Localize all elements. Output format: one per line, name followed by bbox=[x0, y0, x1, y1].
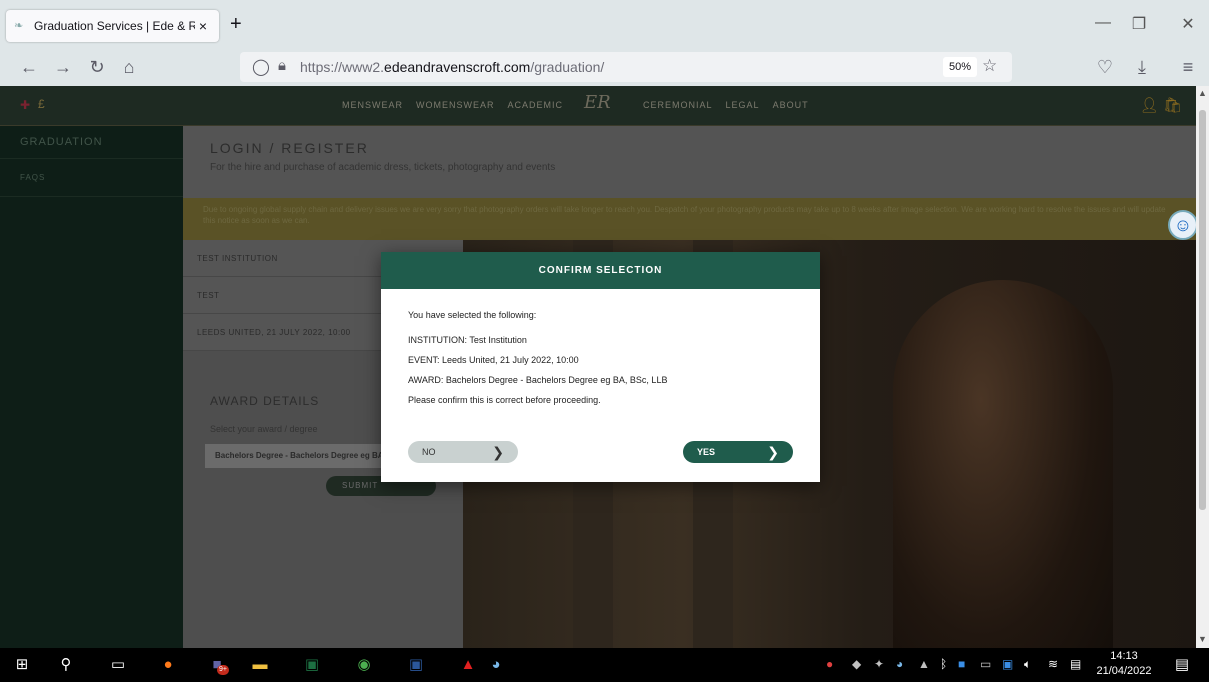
main-nav: MENSWEAR WOMENSWEAR ACADEMIC CEREMONIAL … bbox=[342, 100, 809, 110]
nav-legal[interactable]: LEGAL bbox=[726, 100, 760, 110]
zoom-level[interactable]: 50% bbox=[943, 57, 977, 77]
tray-app-icon[interactable]: ✦ bbox=[874, 657, 884, 671]
page-subtitle: For the hire and purchase of academic dr… bbox=[210, 162, 556, 173]
acrobat-icon[interactable]: ▲ bbox=[456, 653, 480, 677]
no-button-label: NO bbox=[422, 447, 436, 457]
notifications-icon[interactable]: ▤ bbox=[1170, 653, 1194, 677]
currency-selector[interactable]: £ bbox=[38, 97, 45, 111]
sidebar-item-faqs[interactable]: FAQS bbox=[0, 159, 183, 197]
word-icon[interactable]: ▣ bbox=[404, 653, 428, 677]
nav-menswear[interactable]: MENSWEAR bbox=[342, 100, 403, 110]
browser-tab[interactable]: ❧ Graduation Services | Ede & Rav × bbox=[6, 10, 219, 42]
teams-icon[interactable]: ■ 9+ bbox=[205, 653, 229, 677]
chevron-right-icon: ❯ bbox=[492, 443, 504, 460]
nav-womenswear[interactable]: WOMENSWEAR bbox=[416, 100, 495, 110]
tray-app-icon[interactable]: ● bbox=[826, 657, 833, 671]
chevron-right-icon: ❯ bbox=[767, 443, 779, 460]
menu-icon[interactable]: ≡ bbox=[1177, 56, 1199, 78]
nav-about[interactable]: ABOUT bbox=[773, 100, 809, 110]
url-text[interactable]: https://www2.edeandravenscroft.com/gradu… bbox=[300, 59, 604, 75]
tracking-shield-icon[interactable]: ◯ bbox=[252, 57, 270, 77]
modal-confirm-text: Please confirm this is correct before pr… bbox=[408, 395, 601, 405]
yes-button[interactable]: YES ❯ bbox=[683, 441, 793, 463]
task-view-icon[interactable]: ▭ bbox=[106, 653, 130, 677]
scroll-up-icon[interactable]: ▲ bbox=[1196, 88, 1209, 98]
tray-app-icon[interactable]: ■ bbox=[958, 657, 965, 671]
new-tab-icon[interactable]: + bbox=[230, 14, 242, 34]
site-logo[interactable]: ER bbox=[584, 92, 611, 113]
award-title: AWARD DETAILS bbox=[210, 394, 320, 408]
tray-app-icon[interactable]: ▣ bbox=[1002, 657, 1013, 671]
bluetooth-icon[interactable]: ᛒ bbox=[940, 657, 947, 671]
address-bar[interactable]: ◯ 🔒︎ https://www2.edeandravenscroft.com/… bbox=[240, 52, 1012, 82]
account-basket-icons: 👤︎ 🛍︎ bbox=[1140, 96, 1182, 114]
mail-badge: 9+ bbox=[217, 665, 229, 675]
no-button[interactable]: NO ❯ bbox=[408, 441, 518, 463]
lock-icon[interactable]: 🔒︎ bbox=[278, 57, 286, 74]
home-icon[interactable]: ⌂ bbox=[118, 56, 140, 78]
scroll-down-icon[interactable]: ▼ bbox=[1196, 634, 1209, 644]
site-header: ✚ £ MENSWEAR WOMENSWEAR ACADEMIC CEREMON… bbox=[0, 86, 1196, 126]
tray-app-icon[interactable]: ◆ bbox=[852, 657, 861, 671]
nav-ceremonial[interactable]: CEREMONIAL bbox=[643, 100, 713, 110]
close-window-icon[interactable]: ✕ bbox=[1178, 14, 1198, 34]
basket-icon[interactable]: 🛍︎ bbox=[1163, 97, 1182, 114]
keyboard-icon[interactable]: ▤ bbox=[1070, 657, 1081, 671]
pocket-icon[interactable]: ♡ bbox=[1094, 56, 1116, 78]
chat-widget-icon[interactable]: ☺ bbox=[1168, 210, 1196, 240]
system-clock[interactable]: 14:13 21/04/2022 bbox=[1094, 649, 1154, 679]
file-explorer-icon[interactable]: ▬ bbox=[248, 653, 272, 677]
account-icon[interactable]: 👤︎ bbox=[1140, 97, 1159, 114]
wifi-icon[interactable]: ≋ bbox=[1048, 657, 1058, 671]
browser-navbar: ← → ↻ ⌂ ◯ 🔒︎ https://www2.edeandravenscr… bbox=[0, 48, 1209, 86]
forward-icon[interactable]: → bbox=[52, 56, 74, 78]
reload-icon[interactable]: ↻ bbox=[86, 56, 108, 78]
close-tab-icon[interactable]: × bbox=[195, 18, 211, 34]
download-icon[interactable]: ⤓ bbox=[1131, 56, 1153, 78]
modal-title: CONFIRM SELECTION bbox=[381, 252, 820, 289]
uk-flag-icon[interactable]: ✚ bbox=[20, 98, 30, 112]
battery-icon[interactable]: ▭ bbox=[980, 657, 991, 671]
modal-body: You have selected the following: INSTITU… bbox=[381, 289, 820, 405]
minimize-icon[interactable]: — bbox=[1093, 14, 1113, 32]
excel-icon[interactable]: ▣ bbox=[300, 653, 324, 677]
sidebar-item-graduation[interactable]: GRADUATION bbox=[0, 126, 183, 159]
chrome-icon[interactable]: ◉ bbox=[352, 653, 376, 677]
search-icon[interactable]: ⚲ bbox=[54, 653, 78, 677]
modal-intro: You have selected the following: bbox=[408, 310, 537, 320]
back-icon[interactable]: ← bbox=[18, 56, 40, 78]
page-title: LOGIN / REGISTER bbox=[210, 140, 369, 156]
hero-graduate bbox=[893, 280, 1113, 648]
modal-institution: INSTITUTION: Test Institution bbox=[408, 335, 527, 345]
modal-event: EVENT: Leeds United, 21 July 2022, 10:00 bbox=[408, 355, 579, 365]
sidebar: GRADUATION FAQS ♿︎ bbox=[0, 126, 183, 648]
browser-tabbar: ❧ Graduation Services | Ede & Rav × + — … bbox=[0, 0, 1209, 48]
tidio-app-icon[interactable]: ◕ bbox=[484, 653, 508, 677]
notice-banner: Due to ongoing global supply chain and d… bbox=[183, 198, 1196, 240]
site-favicon-icon: ❧ bbox=[14, 20, 24, 32]
modal-award: AWARD: Bachelors Degree - Bachelors Degr… bbox=[408, 375, 668, 385]
windows-start-icon[interactable]: ⊞ bbox=[10, 653, 34, 677]
confirm-selection-modal: CONFIRM SELECTION You have selected the … bbox=[381, 252, 820, 482]
restore-icon[interactable]: ❐ bbox=[1129, 14, 1149, 34]
firefox-icon[interactable]: ● bbox=[156, 653, 180, 677]
page-scrollbar[interactable]: ▲ ▼ bbox=[1196, 86, 1209, 648]
scrollbar-thumb[interactable] bbox=[1199, 110, 1206, 510]
tray-app-icon[interactable]: ▲ bbox=[918, 657, 930, 671]
bookmark-star-icon[interactable]: ☆ bbox=[982, 56, 997, 76]
tray-app-icon[interactable]: ◕ bbox=[896, 657, 903, 671]
nav-academic[interactable]: ACADEMIC bbox=[508, 100, 564, 110]
award-subtitle: Select your award / degree bbox=[210, 424, 318, 434]
clock-date: 21/04/2022 bbox=[1096, 665, 1152, 677]
volume-icon[interactable]: 🔈︎ bbox=[1024, 657, 1031, 671]
clock-time: 14:13 bbox=[1110, 650, 1138, 662]
yes-button-label: YES bbox=[697, 447, 716, 457]
windows-taskbar: ⊞ ⚲ ▭ ● ■ 9+ ▬ ▣ ◉ ▣ ▲ ◕ ● ◆ ✦ ◕ ▲ ᛒ ■ ▭ … bbox=[0, 648, 1209, 682]
tab-title: Graduation Services | Ede & Rav bbox=[34, 19, 195, 33]
